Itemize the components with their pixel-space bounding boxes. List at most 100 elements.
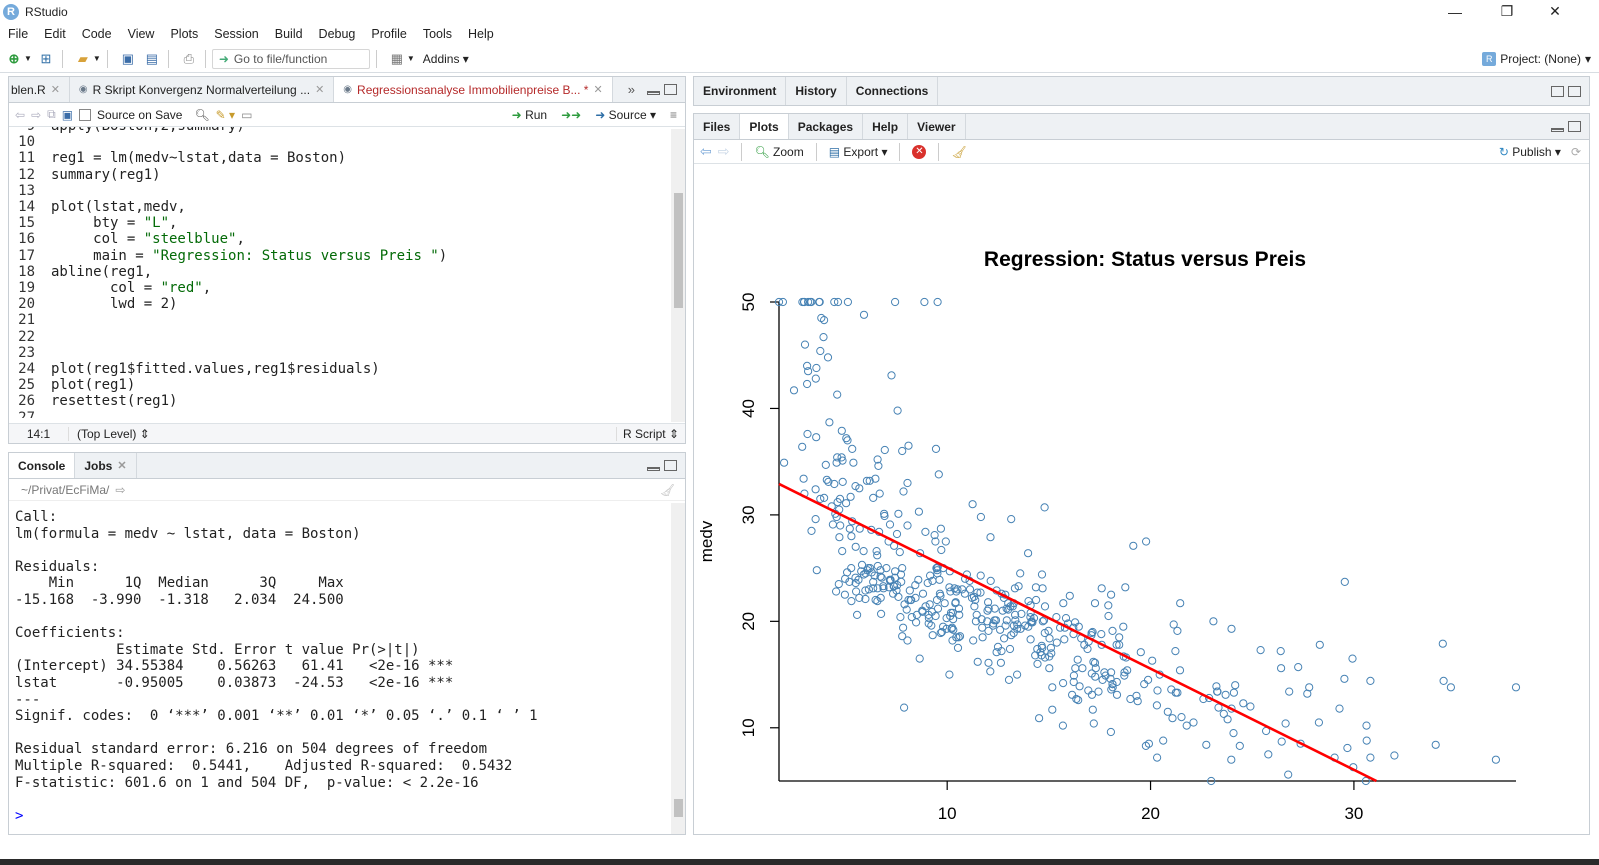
close-button[interactable]: ✕ [1532, 0, 1578, 23]
forward-arrow-icon[interactable]: ⇨ [31, 108, 41, 122]
console-scrollbar[interactable] [671, 503, 685, 834]
close-tab-icon[interactable]: ✕ [51, 83, 60, 96]
run-button[interactable]: ➜ Run [512, 108, 547, 122]
data-point [940, 599, 949, 608]
tab-files[interactable]: Files [694, 114, 741, 139]
console-scrollbar-thumb[interactable] [674, 799, 683, 817]
editor-scrollbar-thumb[interactable] [674, 193, 683, 308]
data-point [1153, 686, 1162, 695]
new-file-icon[interactable]: ⊕ [4, 49, 24, 69]
open-folder-icon[interactable]: ▰ [73, 49, 93, 69]
addins-menu[interactable]: Addins ▾ [423, 52, 469, 66]
editor-tab[interactable]: ◉ Regressionsanalyse Immobilienpreise B..… [334, 77, 613, 102]
code-tools-wand-icon[interactable]: ✎ ▾ [216, 108, 235, 122]
file-type-selector[interactable]: R Script ⇕ [615, 426, 685, 441]
document-outline-icon[interactable]: ≡ [670, 108, 677, 122]
console-tab-jobs[interactable]: Jobs ✕ [75, 453, 137, 478]
close-tab-icon[interactable]: ✕ [117, 459, 126, 472]
menu-help[interactable]: Help [460, 27, 502, 41]
menu-edit[interactable]: Edit [36, 27, 74, 41]
chevron-down-icon[interactable]: ▼ [93, 54, 101, 63]
save-icon[interactable]: ▣ [118, 49, 138, 69]
data-point [898, 446, 907, 456]
new-project-icon[interactable]: ⊞ [36, 49, 56, 69]
data-point [931, 444, 941, 453]
menu-file[interactable]: File [0, 27, 36, 41]
minimize-pane-icon[interactable] [1551, 127, 1564, 132]
export-button[interactable]: ▤ Export ▾ [829, 145, 888, 159]
save-all-icon[interactable]: ▤ [142, 49, 162, 69]
editor-scrollbar[interactable] [671, 129, 685, 422]
close-tab-icon[interactable]: ✕ [315, 83, 324, 96]
data-point [885, 520, 895, 529]
publish-button[interactable]: ↻ Publish ▾ [1499, 145, 1561, 159]
rerun-icon[interactable]: ➜➜ [561, 108, 581, 122]
line-number: 16 [18, 231, 35, 248]
zoom-button[interactable]: 🔍︎ Zoom [754, 145, 803, 159]
restore-pane-icon[interactable] [1551, 85, 1564, 97]
project-menu[interactable]: R Project: (None) ▾ [1482, 51, 1591, 66]
source-on-save-checkbox[interactable] [79, 108, 92, 121]
editor-tab[interactable]: ◉ R Skript Konvergenz Normalverteilung ..… [70, 77, 335, 102]
close-tab-icon[interactable]: ✕ [593, 83, 602, 96]
menu-view[interactable]: View [120, 27, 163, 41]
tab-environment[interactable]: Environment [694, 77, 787, 105]
data-point [1276, 647, 1285, 656]
clear-plots-broom-icon[interactable]: 🧹︎ [951, 145, 966, 159]
tab-history[interactable]: History [786, 77, 847, 105]
previous-plot-icon[interactable]: ⇦ [700, 143, 712, 160]
chevron-down-icon[interactable]: ▼ [407, 54, 415, 63]
tab-plots[interactable]: Plots [740, 114, 789, 139]
maximize-pane-icon[interactable] [664, 460, 677, 471]
data-point [1446, 683, 1456, 692]
menu-tools[interactable]: Tools [415, 27, 460, 41]
menu-session[interactable]: Session [206, 27, 266, 41]
goto-file-input[interactable]: ➜ Go to file/function [211, 48, 370, 69]
remove-plot-icon[interactable]: ✕ [912, 144, 927, 159]
menu-plots[interactable]: Plots [162, 27, 206, 41]
tab-connections[interactable]: Connections [847, 77, 939, 105]
refresh-icon[interactable]: ⟳ [1571, 145, 1581, 159]
menu-profile[interactable]: Profile [363, 27, 414, 41]
data-point [1177, 713, 1186, 722]
tab-packages[interactable]: Packages [789, 114, 864, 139]
chevron-down-icon[interactable]: ▼ [24, 54, 32, 63]
maximize-pane-icon[interactable] [664, 84, 677, 95]
back-arrow-icon[interactable]: ⇦ [15, 108, 25, 122]
data-point [848, 444, 857, 453]
minimize-pane-icon[interactable] [647, 90, 660, 95]
minimize-button[interactable]: — [1432, 0, 1478, 23]
data-point [843, 297, 852, 307]
data-point [1097, 584, 1106, 593]
code-editor[interactable]: 9apply(Boston,2,summary)1011reg1 = lm(me… [9, 127, 671, 418]
code-line: 15 bty = "L", [9, 215, 177, 231]
minimize-pane-icon[interactable] [647, 466, 660, 471]
clear-console-icon[interactable]: 🧹︎ [660, 483, 675, 497]
maximize-button[interactable]: ❐ [1484, 0, 1530, 23]
grid-layout-icon[interactable]: ▦ [387, 49, 407, 69]
scope-selector[interactable]: (Top Level) ⇕ [77, 427, 150, 441]
print-icon[interactable]: ⎙ [179, 49, 199, 69]
tab-viewer[interactable]: Viewer [908, 114, 966, 139]
menu-code[interactable]: Code [74, 27, 120, 41]
next-plot-icon[interactable]: ⇨ [718, 143, 730, 160]
editor-tab[interactable]: blen.R ✕ [9, 77, 70, 102]
save-icon[interactable]: ▣ [62, 108, 73, 122]
console-prompt[interactable]: > [15, 808, 23, 825]
data-point [887, 371, 896, 380]
tab-help[interactable]: Help [863, 114, 909, 139]
console-tab-console[interactable]: Console [9, 453, 76, 478]
compile-report-icon[interactable]: ▭ [241, 108, 252, 122]
goto-directory-icon[interactable]: ⇨ [115, 483, 125, 497]
maximize-pane-icon[interactable] [1568, 85, 1581, 97]
menu-debug[interactable]: Debug [311, 27, 364, 41]
data-point [823, 353, 833, 362]
source-button[interactable]: ➜ Source ▾ [595, 108, 656, 122]
console-tab-strip: Console Jobs ✕ [9, 453, 685, 479]
maximize-pane-icon[interactable] [1568, 121, 1581, 132]
show-in-window-icon[interactable]: ⧉ [47, 107, 56, 122]
more-tabs-icon[interactable]: » [628, 82, 635, 97]
menu-build[interactable]: Build [267, 27, 311, 41]
search-icon[interactable]: 🔍︎ [194, 108, 209, 122]
console-output[interactable]: Call: lm(formula = medv ~ lstat, data = B… [15, 509, 669, 834]
